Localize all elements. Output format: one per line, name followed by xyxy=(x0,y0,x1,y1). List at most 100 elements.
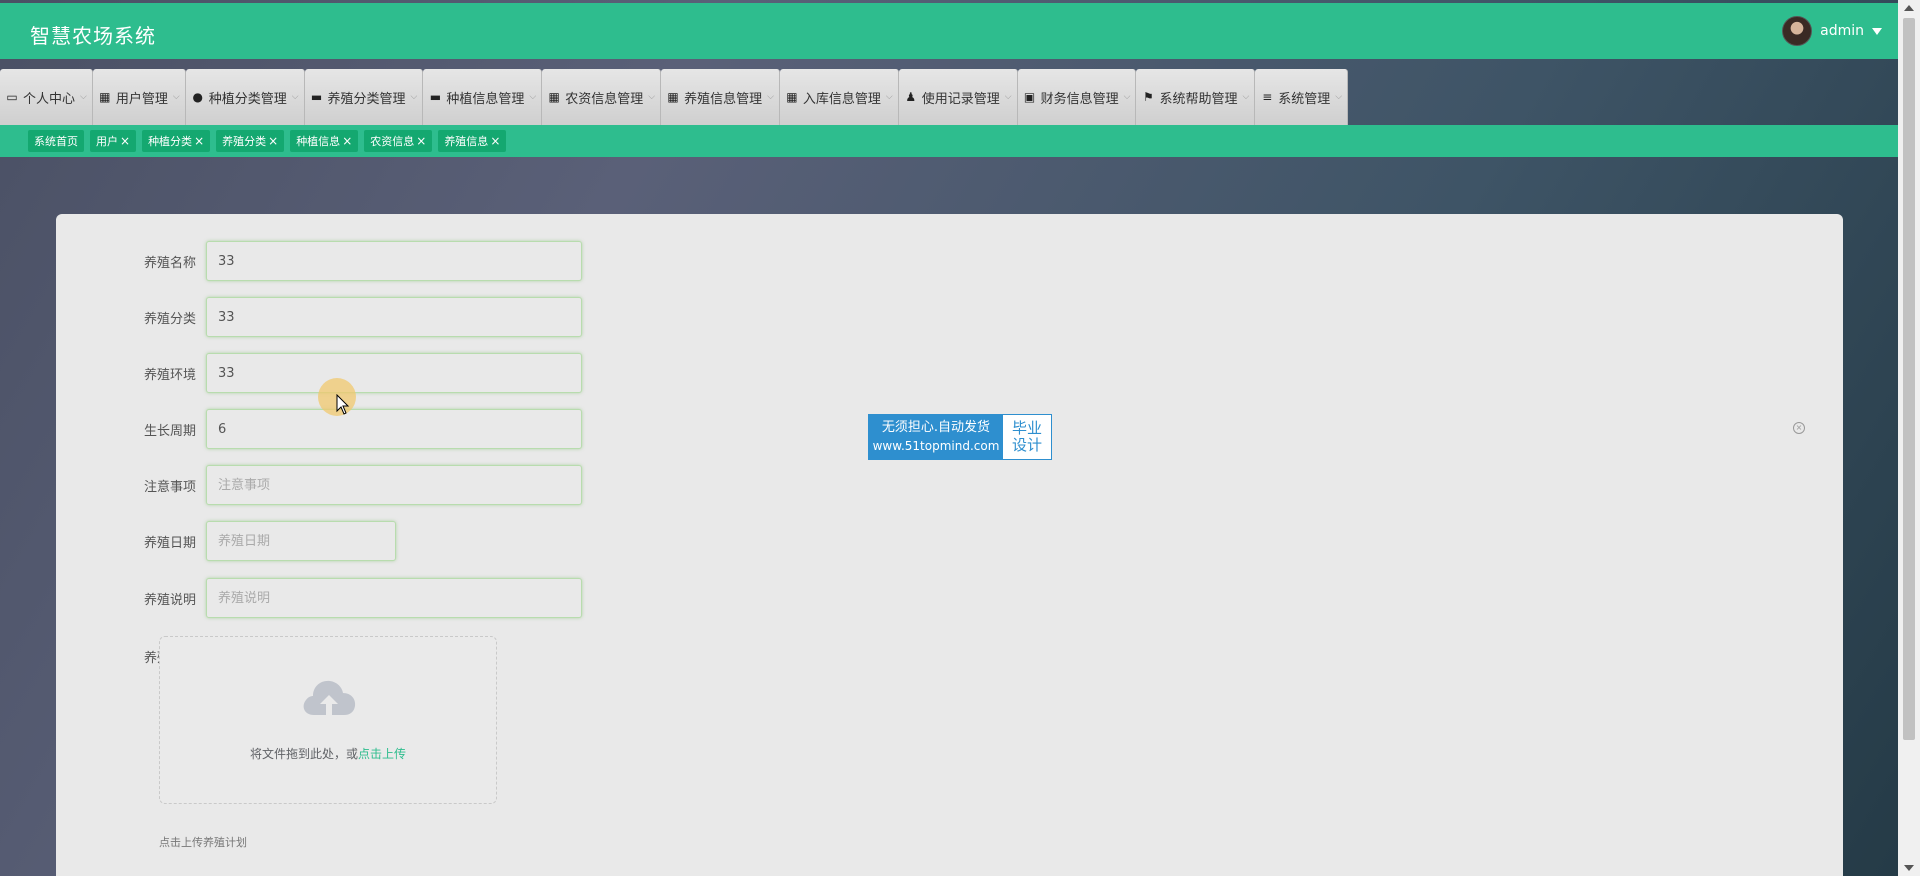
nav-item-7[interactable]: ▦ 入库信息管理 ⌵ xyxy=(779,69,899,125)
chevron-down-icon: ⌵ xyxy=(767,92,774,102)
nav-item-label: 种植信息管理 xyxy=(446,91,525,107)
watermark: 无须担心.自动发货 www.51topmind.com 毕业 设计 xyxy=(868,414,1052,460)
nav-item-label: 系统帮助管理 xyxy=(1159,91,1238,107)
top-header: 智慧农场系统 admin xyxy=(0,3,1898,59)
grid-icon: ▦ xyxy=(667,90,679,104)
nav-item-8[interactable]: ♟ 使用记录管理 ⌵ xyxy=(898,69,1018,125)
user-menu[interactable]: admin xyxy=(1782,16,1882,46)
category-label: 养殖分类 xyxy=(143,311,196,327)
date-label: 养殖日期 xyxy=(143,535,196,551)
tab-tag-3[interactable]: 养殖分类 × xyxy=(216,130,285,152)
nav-item-label: 系统管理 xyxy=(1278,91,1331,107)
form-row-date: 养殖日期 xyxy=(56,521,396,561)
chat-icon: ▬ xyxy=(310,90,323,104)
desc-label: 养殖说明 xyxy=(143,592,196,608)
scrollbar-thumb[interactable] xyxy=(1903,18,1915,740)
close-icon[interactable]: × xyxy=(1793,422,1805,434)
scroll-up-icon[interactable] xyxy=(1904,5,1914,11)
nav-item-11[interactable]: ≡ 系统管理 ⌵ xyxy=(1255,69,1349,125)
nav-item-10[interactable]: ⚑ 系统帮助管理 ⌵ xyxy=(1136,69,1256,125)
chevron-down-icon: ⌵ xyxy=(1335,92,1343,102)
scroll-down-icon[interactable] xyxy=(1904,865,1914,871)
category-input[interactable] xyxy=(206,297,582,337)
flag-icon: ⚑ xyxy=(1143,90,1154,104)
notes-label: 注意事项 xyxy=(143,479,196,495)
tag-label: 养殖信息 xyxy=(444,135,489,148)
tag-label: 用户 xyxy=(96,135,118,148)
watermark-line1: 无须担心.自动发货 xyxy=(881,420,991,435)
nav-item-label: 养殖信息管理 xyxy=(684,91,763,107)
environment-input[interactable] xyxy=(206,353,582,393)
watermark-url: www.51topmind.com xyxy=(872,439,1000,453)
close-icon[interactable]: × xyxy=(120,134,130,148)
close-icon[interactable]: × xyxy=(342,134,352,148)
nav-item-5[interactable]: ▦ 农资信息管理 ⌵ xyxy=(542,69,662,125)
vertical-scrollbar[interactable] xyxy=(1898,0,1920,876)
chevron-down-icon: ⌵ xyxy=(529,92,537,102)
stamp-icon: ♟ xyxy=(905,90,917,104)
chevron-down-icon: ⌵ xyxy=(172,92,180,102)
watermark-right2: 设计 xyxy=(1011,436,1042,454)
nav-item-4[interactable]: ▬ 种植信息管理 ⌵ xyxy=(423,69,543,125)
nav-item-label: 个人中心 xyxy=(23,91,76,107)
date-picker[interactable] xyxy=(206,521,396,561)
name-input[interactable] xyxy=(206,241,582,281)
close-icon[interactable]: × xyxy=(194,134,204,148)
name-label: 养殖名称 xyxy=(143,255,196,271)
chevron-down-icon: ⌵ xyxy=(291,92,299,102)
nav-item-label: 财务信息管理 xyxy=(1040,91,1119,107)
form-row-desc: 养殖说明 xyxy=(56,578,582,618)
upload-click-link[interactable]: 点击上传 xyxy=(358,747,406,761)
cycle-input[interactable] xyxy=(206,409,582,449)
cloud-upload-icon xyxy=(303,680,356,715)
form-row-name: 养殖名称 xyxy=(56,241,582,281)
chevron-down-icon: ⌵ xyxy=(885,92,893,102)
desc-input[interactable] xyxy=(206,578,582,618)
id-card-icon: ▭ xyxy=(6,90,18,104)
chevron-down-icon: ⌵ xyxy=(1242,92,1250,102)
nav-item-9[interactable]: ▣ 财务信息管理 ⌵ xyxy=(1017,69,1137,125)
tag-label: 系统首页 xyxy=(34,135,78,148)
tab-tag-0[interactable]: 系统首页 xyxy=(28,130,84,152)
calculator-icon: ▣ xyxy=(1023,90,1036,104)
tag-label: 农资信息 xyxy=(370,135,415,148)
upload-dropzone[interactable]: 将文件拖到此处，或点击上传 xyxy=(159,636,497,804)
chevron-down-icon: ⌵ xyxy=(80,92,87,102)
upload-hint: 将文件拖到此处，或点击上传 xyxy=(160,745,496,762)
grid-icon: ▦ xyxy=(548,90,560,104)
nav-item-label: 入库信息管理 xyxy=(802,91,881,107)
mouse-cursor-icon xyxy=(336,394,350,415)
caret-down-icon[interactable] xyxy=(1872,27,1882,35)
watermark-right: 毕业 设计 xyxy=(1003,415,1051,459)
main-nav: ▭ 个人中心 ⌵ ▦ 用户管理 ⌵ ● 种植分类管理 ⌵ ▬ 养殖分类管理 ⌵ ▬ 种植信息管理 ⌵ ▦ 农资信… xyxy=(0,69,1349,125)
tab-tag-1[interactable]: 用户 × xyxy=(90,130,137,152)
nav-item-3[interactable]: ▬ 养殖分类管理 ⌵ xyxy=(304,69,424,125)
watermark-left: 无须担心.自动发货 www.51topmind.com xyxy=(869,415,1003,459)
nav-item-1[interactable]: ▦ 用户管理 ⌵ xyxy=(92,69,186,125)
form-card: 养殖名称 养殖分类 养殖环境 生长周期 注意事项 养殖日期 养殖说明 养殖计划 … xyxy=(56,214,1843,876)
notes-input[interactable] xyxy=(206,465,582,505)
monitor-icon: ▬ xyxy=(429,90,442,104)
tab-tag-4[interactable]: 种植信息 × xyxy=(290,130,359,152)
nav-item-label: 使用记录管理 xyxy=(921,91,1000,107)
tag-label: 种植分类 xyxy=(148,135,193,148)
tags-bar: 系统首页 用户 × 种植分类 × 养殖分类 × 种植信息 × 农资信息 × 养殖信息 × xyxy=(0,125,1898,157)
tab-tag-5[interactable]: 农资信息 × xyxy=(364,130,433,152)
nav-item-0[interactable]: ▭ 个人中心 ⌵ xyxy=(0,69,93,125)
nav-item-label: 种植分类管理 xyxy=(208,91,287,107)
tab-tag-2[interactable]: 种植分类 × xyxy=(142,130,211,152)
nav-item-label: 养殖分类管理 xyxy=(327,91,406,107)
grid-icon: ▦ xyxy=(786,90,798,104)
watermark-right1: 毕业 xyxy=(1011,419,1042,437)
avatar[interactable] xyxy=(1782,16,1813,46)
close-icon[interactable]: × xyxy=(268,134,278,148)
menu-icon: ≡ xyxy=(1262,90,1273,104)
nav-item-2[interactable]: ● 种植分类管理 ⌵ xyxy=(185,69,305,125)
form-row-notes: 注意事项 xyxy=(56,465,582,505)
tab-tag-6[interactable]: 养殖信息 × xyxy=(438,130,507,152)
close-icon[interactable]: × xyxy=(416,134,426,148)
nav-item-6[interactable]: ▦ 养殖信息管理 ⌵ xyxy=(661,69,780,125)
username[interactable]: admin xyxy=(1820,23,1864,39)
close-icon[interactable]: × xyxy=(490,134,500,148)
tag-label: 养殖分类 xyxy=(222,135,267,148)
